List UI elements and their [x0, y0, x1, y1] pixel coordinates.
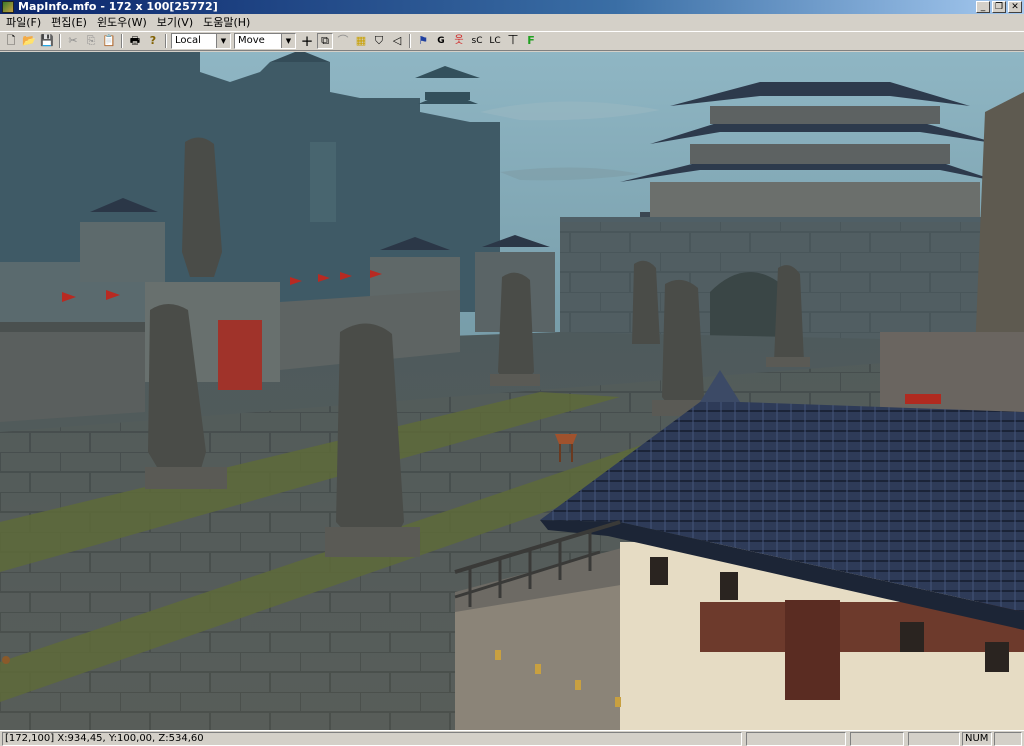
shield-icon[interactable]: ⛉	[371, 33, 387, 49]
minimize-button[interactable]: _	[976, 1, 990, 13]
coord-mode-value: Local	[175, 35, 201, 46]
bridge-icon[interactable]: ⌒	[335, 33, 351, 49]
map-viewport[interactable]	[0, 52, 1024, 730]
speaker-icon[interactable]: ◁	[389, 33, 405, 49]
save-icon[interactable]: 💾	[39, 33, 55, 49]
title-bar: MapInfo.mfo - 172 x 100[25772] _ ❐ ✕	[0, 0, 1024, 14]
status-bar: [172,100] X:934,45, Y:100,00, Z:534,60 N…	[0, 730, 1024, 746]
flag-icon[interactable]: ⚑	[415, 33, 431, 49]
scene-render	[0, 52, 1024, 730]
toolbar-separator	[121, 34, 123, 48]
print-icon[interactable]: 🖶	[127, 33, 143, 49]
f-tool-icon[interactable]: F	[523, 33, 539, 49]
crosshair-icon[interactable]: +	[299, 33, 315, 49]
menu-edit[interactable]: 편집(E)	[49, 14, 95, 31]
status-pane-empty	[850, 732, 904, 746]
menu-view[interactable]: 보기(V)	[155, 14, 201, 31]
status-coordinates: [172,100] X:934,45, Y:100,00, Z:534,60	[2, 732, 742, 746]
menu-help[interactable]: 도움말(H)	[201, 14, 258, 31]
toolbar-separator	[165, 34, 167, 48]
edit-mode-select[interactable]: Move ▼	[234, 33, 296, 49]
select-rect-icon[interactable]: ⧉	[317, 33, 333, 49]
num-lock-indicator: NUM	[962, 732, 992, 746]
status-pane-empty	[994, 732, 1022, 746]
menu-window[interactable]: 윈도우(W)	[95, 14, 155, 31]
new-file-icon[interactable]: 🗋	[3, 33, 19, 49]
status-pane-empty	[746, 732, 846, 746]
chevron-down-icon[interactable]: ▼	[216, 34, 230, 48]
sc-tool-icon[interactable]: sC	[469, 33, 485, 49]
help-icon[interactable]: ?	[145, 33, 161, 49]
g-tool-icon[interactable]: G	[433, 33, 449, 49]
edit-mode-value: Move	[238, 35, 265, 46]
menu-file[interactable]: 파일(F)	[4, 14, 49, 31]
grid-icon[interactable]: ▦	[353, 33, 369, 49]
cut-icon[interactable]: ✂	[65, 33, 81, 49]
chevron-down-icon[interactable]: ▼	[281, 34, 295, 48]
restore-button[interactable]: ❐	[992, 1, 1006, 13]
window-controls: _ ❐ ✕	[976, 1, 1022, 13]
window-title: MapInfo.mfo - 172 x 100[25772]	[18, 0, 218, 13]
menu-bar: 파일(F) 편집(E) 윈도우(W) 보기(V) 도움말(H)	[0, 14, 1024, 31]
coord-mode-select[interactable]: Local ▼	[171, 33, 231, 49]
toolbar: 🗋 📂 💾 ✂ ⎘ 📋 🖶 ? Local ▼ Move ▼ + ⧉ ⌒ ▦ ⛉…	[0, 31, 1024, 51]
status-pane-empty	[908, 732, 960, 746]
toolbar-separator	[409, 34, 411, 48]
paste-icon[interactable]: 📋	[101, 33, 117, 49]
copy-icon[interactable]: ⎘	[83, 33, 99, 49]
close-button[interactable]: ✕	[1008, 1, 1022, 13]
open-folder-icon[interactable]: 📂	[21, 33, 37, 49]
lc-tool-icon[interactable]: LC	[487, 33, 503, 49]
app-icon[interactable]	[2, 1, 14, 13]
figure-icon[interactable]: 웃	[451, 33, 467, 49]
t-bar-icon[interactable]: ⊤	[505, 33, 521, 49]
toolbar-separator	[59, 34, 61, 48]
